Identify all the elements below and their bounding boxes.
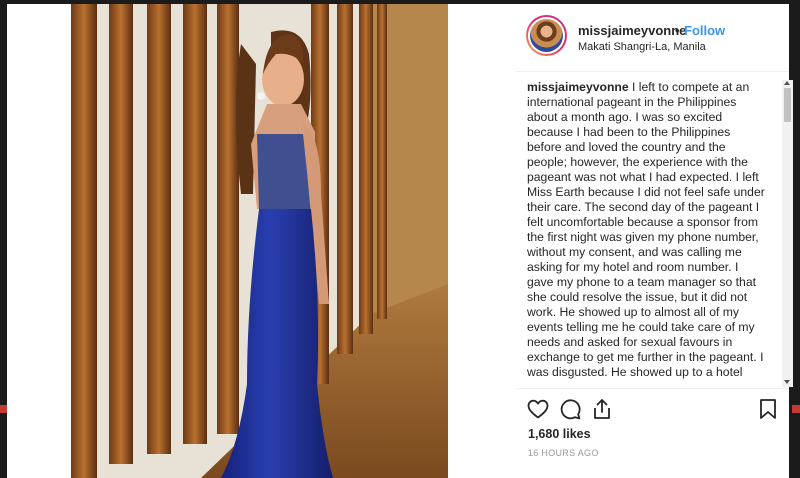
post-header: missjaimeyvonne • Follow Makati Shangri-… [516, 4, 789, 72]
comment-icon[interactable] [558, 397, 582, 421]
avatar-image [530, 19, 563, 52]
share-icon[interactable] [590, 397, 614, 421]
separator-dot: • [675, 23, 680, 38]
post-photo-image [71, 4, 448, 478]
post-details-panel: missjaimeyvonne • Follow Makati Shangri-… [516, 4, 793, 478]
caption-username[interactable]: missjaimeyvonne [527, 80, 629, 94]
scroll-down-arrow-icon[interactable] [784, 380, 790, 384]
post-timestamp[interactable]: 16 HOURS AGO [528, 448, 599, 458]
likes-count[interactable]: 1,680 likes [528, 427, 591, 441]
scroll-up-arrow-icon[interactable] [784, 81, 790, 85]
post-actions: 1,680 likes 16 HOURS AGO [516, 388, 789, 478]
comments-area[interactable]: missjaimeyvonne I left to compete at an … [527, 80, 767, 385]
bookmark-icon[interactable] [756, 397, 780, 421]
caption-text: I left to compete at an international pa… [527, 80, 765, 379]
heart-icon[interactable] [526, 397, 550, 421]
background-marker-right [792, 405, 800, 413]
username-link[interactable]: missjaimeyvonne [578, 23, 686, 38]
scrollbar-thumb[interactable] [784, 88, 791, 122]
post-modal: missjaimeyvonne • Follow Makati Shangri-… [7, 4, 793, 478]
location-link[interactable]: Makati Shangri-La, Manila [578, 41, 706, 53]
avatar[interactable] [526, 15, 567, 56]
post-photo[interactable] [71, 4, 448, 478]
caption: missjaimeyvonne I left to compete at an … [527, 80, 767, 380]
follow-button[interactable]: Follow [684, 23, 725, 38]
comments-scrollbar[interactable] [782, 80, 793, 387]
